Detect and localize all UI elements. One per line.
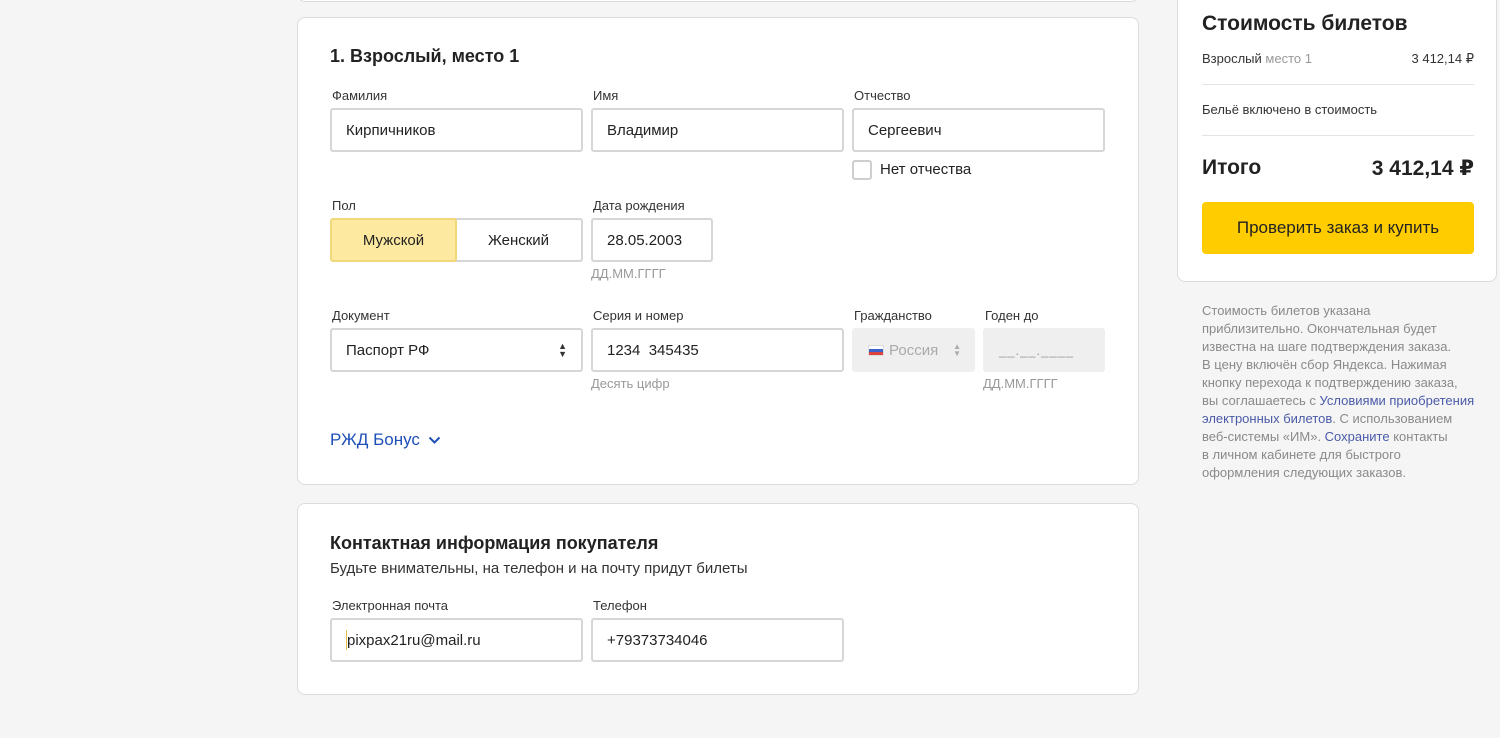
previous-card-edge [297, 0, 1139, 2]
disclaimer-line: приблизительно. Окончательная будет [1202, 321, 1437, 336]
disclaimer-text: веб-системы «ИМ». [1202, 429, 1325, 444]
email-label: Электронная почта [332, 598, 449, 613]
last-name-field[interactable]: Кирпичников [330, 108, 583, 152]
terms-link[interactable]: Условиями приобретения [1320, 393, 1475, 408]
birth-date-hint: ДД.ММ.ГГГГ [591, 266, 666, 281]
valid-until-label: Годен до [985, 308, 1039, 323]
disclaimer-text: . С использованием [1332, 411, 1453, 426]
price-disclaimer: Стоимость билетов указана приблизительно… [1202, 302, 1492, 482]
linen-note: Бельё включено в стоимость [1202, 102, 1378, 117]
contact-title: Контактная информация покупателя [330, 533, 659, 553]
rzd-bonus-link[interactable]: РЖД Бонус [330, 430, 441, 450]
summary-line-suffix: место 1 [1265, 51, 1312, 66]
gender-female-label: Женский [487, 231, 550, 249]
chevron-down-icon [428, 430, 441, 450]
first-name-field[interactable]: Владимир [591, 108, 844, 152]
valid-until-hint: ДД.ММ.ГГГГ [983, 376, 1058, 391]
gender-label: Пол [332, 198, 356, 213]
last-name-value: Кирпичников [346, 121, 436, 139]
phone-label: Телефон [593, 598, 647, 613]
disclaimer-line: оформления следующих заказов. [1202, 465, 1406, 480]
birth-date-value: 28.05.2003 [607, 231, 683, 249]
disclaimer-line: в личном кабинете для быстрого [1202, 447, 1401, 462]
series-label: Серия и номер [593, 308, 684, 323]
birth-date-field[interactable]: 28.05.2003 [591, 218, 713, 262]
gender-male-button[interactable]: Мужской [330, 218, 457, 262]
no-patronymic-checkbox[interactable] [852, 160, 872, 180]
no-patronymic-label: Нет отчества [880, 161, 972, 178]
summary-title: Стоимость билетов [1202, 12, 1408, 35]
first-name-value: Владимир [607, 121, 679, 139]
disclaimer-line: кнопку перехода к подтверждению заказа, [1202, 375, 1458, 390]
check-and-buy-label: Проверить заказ и купить [1236, 218, 1440, 237]
disclaimer-line: Стоимость билетов указана [1202, 303, 1371, 318]
patronymic-value: Сергеевич [868, 121, 942, 139]
series-hint: Десять цифр [591, 376, 670, 391]
disclaimer-line: веб-системы «ИМ». Сохраните контакты [1202, 428, 1492, 446]
passenger-title: 1. Взрослый, место 1 [330, 46, 520, 66]
document-label: Документ [332, 308, 390, 323]
birth-date-label: Дата рождения [593, 198, 685, 213]
gender-male-label: Мужской [362, 231, 425, 249]
citizenship-value: Россия [889, 341, 939, 359]
document-select[interactable]: Паспорт РФ ▲ ▼ [330, 328, 583, 372]
email-field[interactable]: pixpax21ru@mail.ru [330, 618, 583, 662]
save-contacts-link[interactable]: Сохраните [1325, 429, 1390, 444]
summary-divider [1202, 135, 1474, 136]
russia-flag-icon [868, 344, 884, 356]
gender-female-button[interactable]: Женский [456, 218, 583, 262]
citizenship-select[interactable]: Россия ▲ ▼ [852, 328, 975, 372]
patronymic-field[interactable]: Сергеевич [852, 108, 1105, 152]
phone-field[interactable]: +79373734046 [591, 618, 844, 662]
disclaimer-line: В цену включён сбор Яндекса. Нажимая [1202, 357, 1447, 372]
contact-subtitle: Будьте внимательны, на телефон и на почт… [330, 560, 748, 577]
document-value: Паспорт РФ [346, 341, 430, 359]
select-arrows-icon: ▲ ▼ [953, 342, 961, 358]
summary-line-label: Взрослый место 1 [1202, 51, 1312, 66]
phone-value: +79373734046 [607, 631, 708, 649]
disclaimer-text: вы соглашаетесь с [1202, 393, 1320, 408]
disclaimer-line: известна на шаге подтверждения заказа. [1202, 339, 1452, 354]
citizenship-label: Гражданство [854, 308, 932, 323]
disclaimer-text: контакты [1389, 429, 1448, 444]
series-number-field[interactable]: 1234 345435 [591, 328, 844, 372]
total-value: 3 412,14 ₽ [1371, 157, 1474, 180]
patronymic-label: Отчество [854, 88, 911, 103]
total-label: Итого [1202, 156, 1262, 179]
last-name-label: Фамилия [332, 88, 388, 103]
summary-divider [1202, 84, 1474, 85]
rzd-bonus-label: РЖД Бонус [330, 430, 420, 449]
check-and-buy-button[interactable]: Проверить заказ и купить [1202, 202, 1474, 254]
summary-line-prefix: Взрослый [1202, 51, 1262, 66]
first-name-label: Имя [593, 88, 619, 103]
email-value: pixpax21ru@mail.ru [347, 631, 481, 649]
summary-line-price: 3 412,14 ₽ [1411, 51, 1475, 66]
select-arrows-icon: ▲ ▼ [558, 341, 567, 359]
disclaimer-line: электронных билетов. С использованием [1202, 410, 1492, 428]
terms-link[interactable]: электронных билетов [1202, 411, 1332, 426]
valid-until-placeholder: __.__.____ [999, 342, 1075, 358]
disclaimer-line: вы соглашаетесь с Условиями приобретения [1202, 392, 1492, 410]
valid-until-field[interactable]: __.__.____ [983, 328, 1105, 372]
series-number-value: 1234 345435 [607, 341, 699, 359]
